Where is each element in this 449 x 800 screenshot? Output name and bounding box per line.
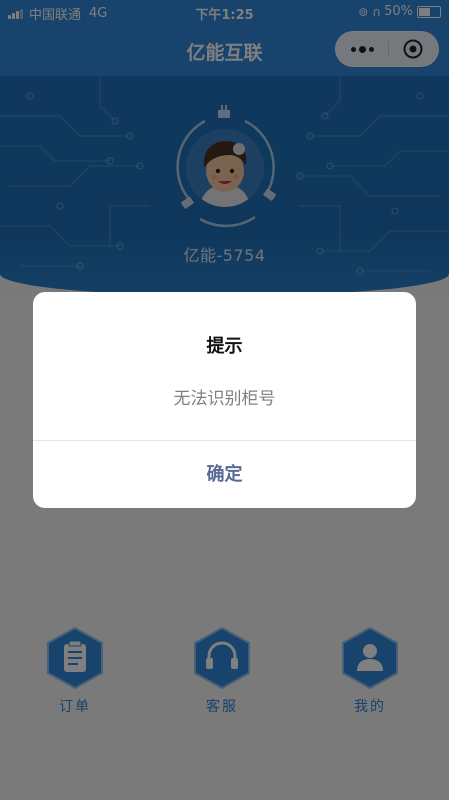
confirm-button[interactable]: 确定	[33, 441, 416, 508]
dialog-message: 无法识别柜号	[173, 389, 276, 409]
dialog-title: 提示	[206, 336, 243, 357]
alert-dialog: 提示 无法识别柜号 确定	[33, 292, 416, 508]
